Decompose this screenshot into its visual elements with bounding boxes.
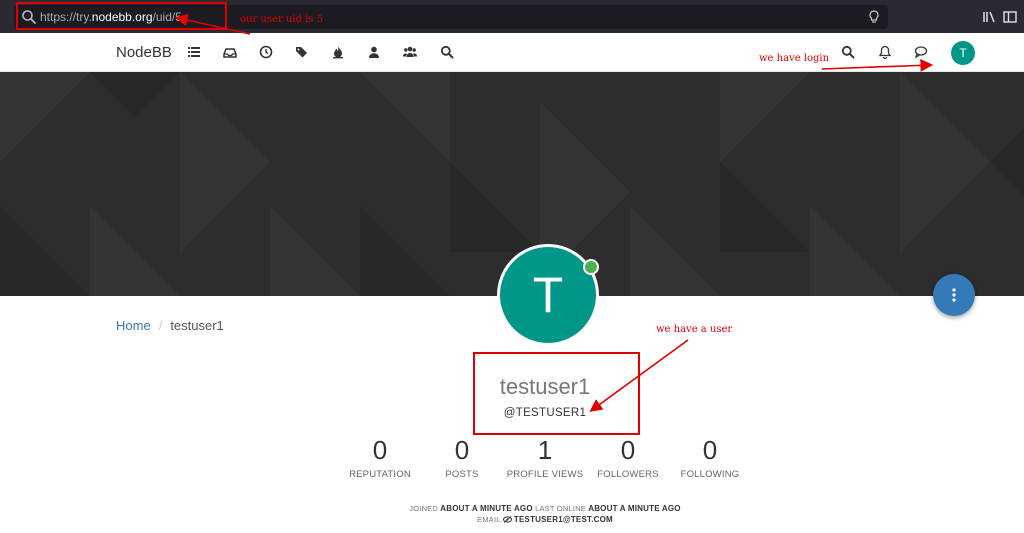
stat-value: 0 <box>702 435 718 465</box>
search-icon[interactable] <box>440 45 454 59</box>
annotation-user-note: we have a user <box>656 324 733 335</box>
joined-value: ABOUT A MINUTE AGO <box>440 504 533 513</box>
stat-following[interactable]: 0 FOLLOWING <box>662 434 758 480</box>
stat-value: 1 <box>537 435 553 465</box>
profile-activity-meta: JOINED ABOUT A MINUTE AGO LAST ONLINE AB… <box>300 504 790 513</box>
fire-icon[interactable] <box>331 45 345 59</box>
stat-profile-views: 1 PROFILE VIEWS <box>497 434 593 480</box>
site-navbar: NodeBB T <box>0 33 1024 72</box>
stat-posts: 0 POSTS <box>414 434 510 480</box>
annotation-login-note: we have login <box>759 53 830 64</box>
email-label: EMAIL <box>477 515 501 524</box>
profile-email-meta: EMAIL TESTUSER1@TEST.COM <box>300 515 790 524</box>
breadcrumb-current: testuser1 <box>170 318 224 333</box>
annotation-uid-note: our user uid is 5 <box>240 14 323 25</box>
profile-avatar: T <box>497 244 599 346</box>
stat-value: 0 <box>454 435 470 465</box>
ellipsis-vertical-icon <box>952 288 956 302</box>
brand-logo[interactable]: NodeBB <box>116 44 172 61</box>
stat-label: FOLLOWING <box>680 469 740 480</box>
lightbulb-icon[interactable] <box>866 9 882 25</box>
annotation-box-url <box>16 2 227 30</box>
sidebar-icon[interactable] <box>1002 9 1018 25</box>
clock-icon[interactable] <box>259 45 273 59</box>
last-online-label: LAST ONLINE <box>535 504 586 513</box>
inbox-icon[interactable] <box>223 45 237 59</box>
eye-slash-icon <box>502 516 512 523</box>
email-value: TESTUSER1@TEST.COM <box>513 515 613 524</box>
users-icon[interactable] <box>403 45 417 59</box>
profile-actions-button[interactable] <box>933 274 975 316</box>
joined-label: JOINED <box>409 504 438 513</box>
breadcrumb: Home / testuser1 <box>116 318 224 333</box>
search-icon[interactable] <box>841 45 855 59</box>
last-online-value: ABOUT A MINUTE AGO <box>588 504 681 513</box>
online-status-indicator <box>583 259 599 275</box>
bell-icon[interactable] <box>878 45 892 59</box>
annotation-box-username <box>473 352 640 435</box>
chat-icon[interactable] <box>914 45 928 59</box>
breadcrumb-separator: / <box>158 318 163 333</box>
tags-icon[interactable] <box>295 45 309 59</box>
user-icon[interactable] <box>367 45 381 59</box>
list-icon[interactable] <box>187 45 201 59</box>
stat-label: PROFILE VIEWS <box>506 469 584 480</box>
breadcrumb-home-link[interactable]: Home <box>116 318 151 333</box>
user-avatar-menu[interactable]: T <box>951 41 975 65</box>
library-icon[interactable] <box>981 9 997 25</box>
stat-label: POSTS <box>445 469 479 480</box>
